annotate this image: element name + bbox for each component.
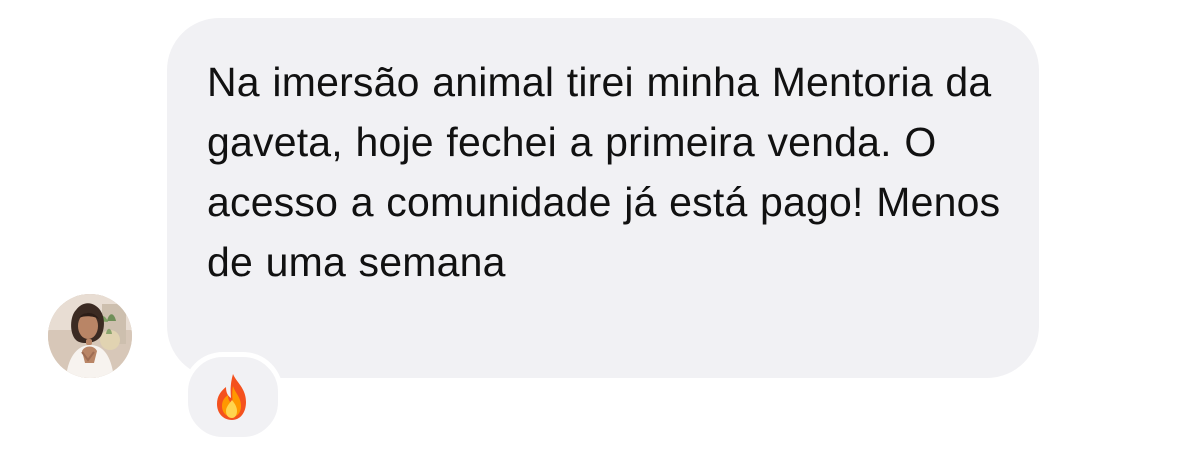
reaction-badge[interactable] (183, 352, 283, 442)
message-text: Na imersão animal tirei minha Mentoria d… (207, 59, 1001, 285)
avatar-image (48, 294, 132, 378)
fire-icon (217, 374, 246, 420)
incoming-message-row: Na imersão animal tirei minha Mentoria d… (0, 0, 1179, 451)
message-bubble[interactable]: Na imersão animal tirei minha Mentoria d… (167, 18, 1039, 378)
avatar[interactable] (48, 294, 132, 378)
